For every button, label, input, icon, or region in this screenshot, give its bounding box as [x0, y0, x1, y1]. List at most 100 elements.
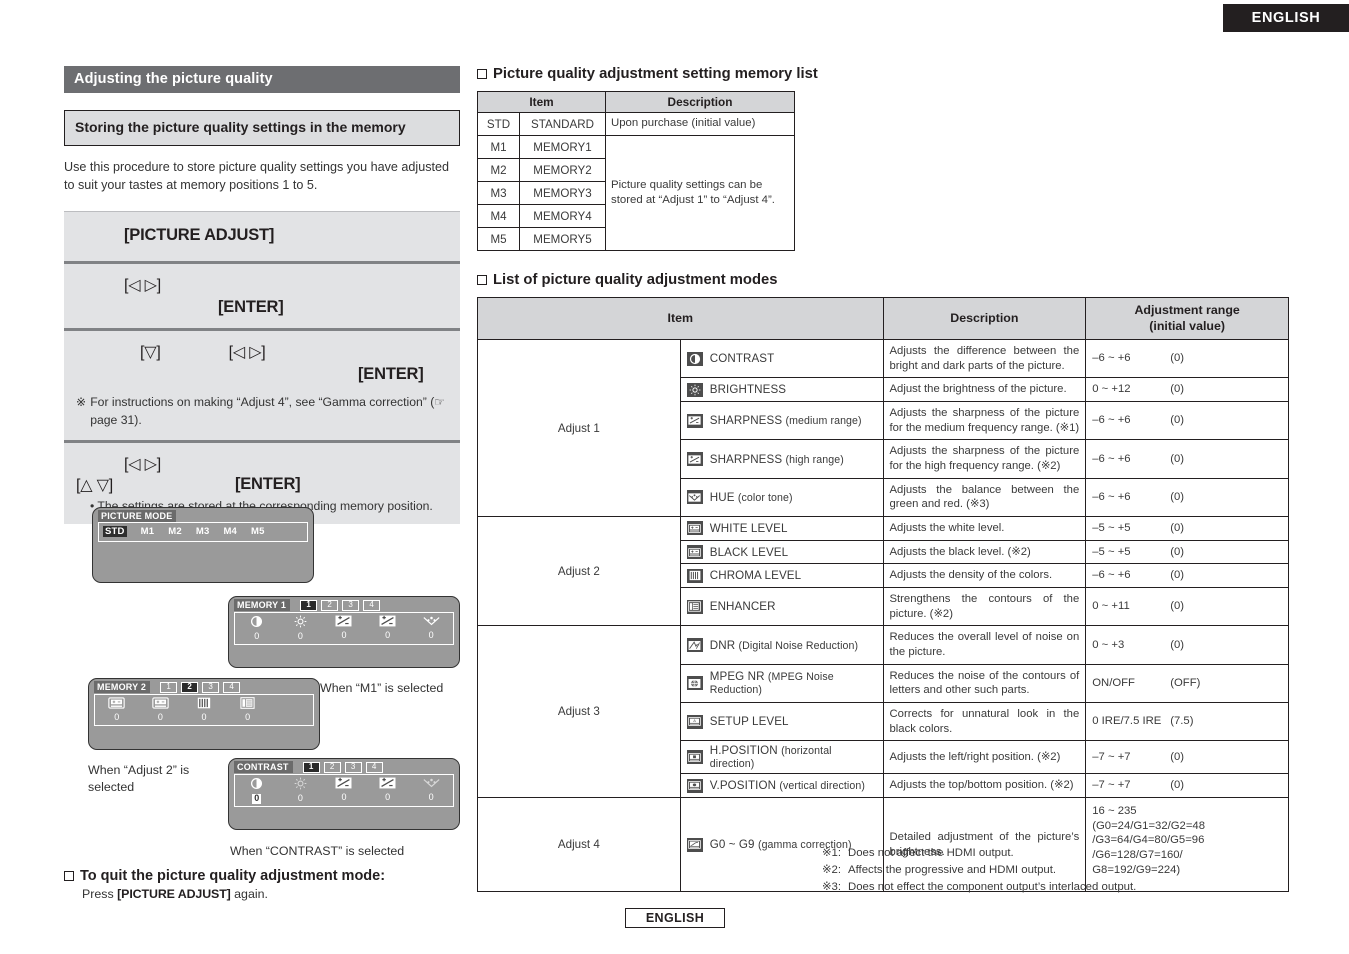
osd-value: 0: [114, 712, 120, 722]
osd-picture-mode-title: PICTURE MODE: [98, 510, 177, 522]
group-label-adjust3: Adjust 3: [477, 625, 681, 799]
osd-mode-std[interactable]: STD: [103, 526, 127, 537]
procedure-step-1: [PICTURE ADJUST]: [64, 212, 460, 261]
cell-range: –5 ~ +5 (0): [1085, 539, 1289, 565]
osd-tab-1[interactable]: 1: [160, 681, 178, 693]
cell-name: MEMORY4: [519, 204, 606, 228]
step4-key-ud: [△ ▽]: [76, 477, 113, 495]
item-cell: CONTRAST: [679, 338, 884, 379]
osd-value: 0: [385, 630, 391, 640]
cell-range: 0 ~ +11 (0): [1085, 587, 1289, 627]
cell-description: Adjusts the white level.: [882, 516, 1087, 541]
osd-cell-enhancer[interactable]: 0: [226, 697, 270, 723]
osd-value: 0: [254, 631, 260, 641]
osd-cell-contrast[interactable]: 0: [235, 777, 279, 804]
osd-cell-hue[interactable]: 0: [409, 777, 453, 804]
chroma-level-icon: [686, 568, 703, 583]
osd-memory2-body: 0 0 0 0: [94, 694, 314, 726]
osd-tab-4[interactable]: 4: [365, 761, 383, 773]
osd-tab-2[interactable]: 2: [321, 599, 339, 611]
osd-tab-4[interactable]: 4: [223, 681, 241, 693]
white-level-icon: [95, 697, 139, 711]
item-cell: CHROMA LEVEL: [679, 563, 884, 589]
osd-mode-m2[interactable]: M2: [168, 526, 182, 537]
caption-m1: When “M1” is selected: [320, 681, 444, 695]
range-initial: (0): [1170, 600, 1185, 613]
osd-cell-sharpness-high[interactable]: 0: [366, 615, 410, 642]
osd-cell-hue[interactable]: 0: [409, 615, 453, 642]
col-header-range-line2: (initial value): [1149, 318, 1225, 333]
item-label-text: H.POSITION: [709, 744, 778, 758]
osd-tab-2[interactable]: 2: [323, 761, 341, 773]
range-initial: (0): [1170, 452, 1185, 465]
footnote-mark: ※3:: [822, 881, 842, 894]
cell-range: –7 ~ +7 (0): [1085, 740, 1289, 775]
range-text: 0 ~ +12: [1092, 383, 1131, 396]
language-tab-top: ENGLISH: [1223, 4, 1349, 32]
range-text: –6 ~ +6: [1092, 414, 1131, 427]
osd-tab-2[interactable]: 2: [181, 681, 199, 693]
osd-tab-1[interactable]: 1: [300, 599, 318, 611]
osd-cell-brightness[interactable]: 0: [279, 777, 323, 804]
step3-note: ※ For instructions on making “Adjust 4”,…: [76, 394, 448, 429]
osd-cell-black-level[interactable]: 0: [139, 697, 183, 723]
setup-level-icon: A: [686, 714, 703, 729]
range-text: –7 ~ +7: [1092, 751, 1131, 764]
range-text: –6 ~ +6: [1092, 569, 1131, 582]
sharpness-icon: [686, 413, 703, 428]
note-mark-icon: ※: [76, 395, 87, 410]
osd-tab-3[interactable]: 3: [342, 599, 360, 611]
cell-range: –5 ~ +5 (0): [1085, 516, 1289, 541]
quit-body-pre: Press: [82, 887, 118, 901]
osd-cell-brightness[interactable]: 0: [279, 615, 323, 642]
osd-contrast-body: 0 0 0 0 0: [234, 774, 454, 807]
osd-cell-white-level[interactable]: 0: [95, 697, 139, 723]
step2-key-arrows: [◁ ▷]: [124, 277, 161, 295]
brightness-icon: [279, 777, 323, 792]
caption-contrast: When “CONTRAST” is selected: [230, 844, 405, 858]
cell-description: Adjusts the sharpness of the picture for…: [882, 439, 1087, 479]
contrast-icon: [235, 777, 279, 792]
osd-cell-sharpness-medium[interactable]: 0: [322, 615, 366, 642]
osd-tab-3[interactable]: 3: [202, 681, 220, 693]
hue-icon: [409, 777, 453, 791]
osd-mode-m1[interactable]: M1: [141, 526, 155, 537]
mpeg-nr-icon: [686, 676, 703, 691]
item-label-text: CONTRAST: [709, 352, 775, 366]
item-label-text: DNR: [709, 638, 736, 652]
osd-contrast-panel: CONTRAST 1 2 3 4 0 0 0 0 0: [228, 758, 460, 830]
item-label-text: BRIGHTNESS: [709, 383, 787, 397]
cell-range: –6 ~ +6 (0): [1085, 477, 1289, 518]
osd-tab-1[interactable]: 1: [302, 761, 320, 773]
osd-cell-chroma-level[interactable]: 0: [182, 697, 226, 723]
col-header-range-line1: Adjustment range: [1134, 303, 1240, 317]
item-cell: BRIGHTNESS: [679, 377, 884, 403]
group-label-adjust2: Adjust 2: [477, 516, 681, 627]
quit-heading-text: To quit the picture quality adjustment m…: [80, 868, 386, 884]
osd-value-selected: 0: [252, 793, 262, 804]
item-cell: A SETUP LEVEL: [679, 702, 884, 742]
osd-cell-sharpness-medium[interactable]: 0: [322, 777, 366, 804]
osd-cell-contrast[interactable]: 0: [235, 615, 279, 642]
subsection-heading: Storing the picture quality settings in …: [64, 110, 460, 146]
osd-illustrations: PICTURE MODE STD M1 M2 M3 M4 M5 MEMORY 1…: [64, 498, 464, 868]
hue-icon: [409, 615, 453, 629]
footnote-2: ※2: Affects the progressive and HDMI out…: [822, 862, 1136, 879]
range-text: –7 ~ +7: [1092, 779, 1131, 792]
square-bullet-icon: [477, 275, 487, 285]
cell-description: Reduces the noise of the contours of let…: [882, 663, 1087, 704]
range-text: –6 ~ +6: [1092, 452, 1131, 465]
col-header-item: Item: [477, 91, 606, 113]
osd-mode-m4[interactable]: M4: [223, 526, 237, 537]
range-initial: (0): [1170, 414, 1185, 427]
item-label-text: ENHANCER: [709, 600, 776, 614]
osd-tab-3[interactable]: 3: [344, 761, 362, 773]
osd-mode-m5[interactable]: M5: [251, 526, 265, 537]
osd-mode-m3[interactable]: M3: [196, 526, 210, 537]
osd-cell-sharpness-high[interactable]: 0: [366, 777, 410, 804]
osd-picture-mode-items: STD M1 M2 M3 M4 M5: [98, 522, 308, 542]
procedure-box: [PICTURE ADJUST] [◁ ▷] [ENTER] [▽] [◁ ▷]…: [64, 211, 460, 525]
osd-tab-4[interactable]: 4: [363, 599, 381, 611]
range-text: –6 ~ +6: [1092, 491, 1131, 504]
osd-cell-empty: [269, 697, 313, 723]
